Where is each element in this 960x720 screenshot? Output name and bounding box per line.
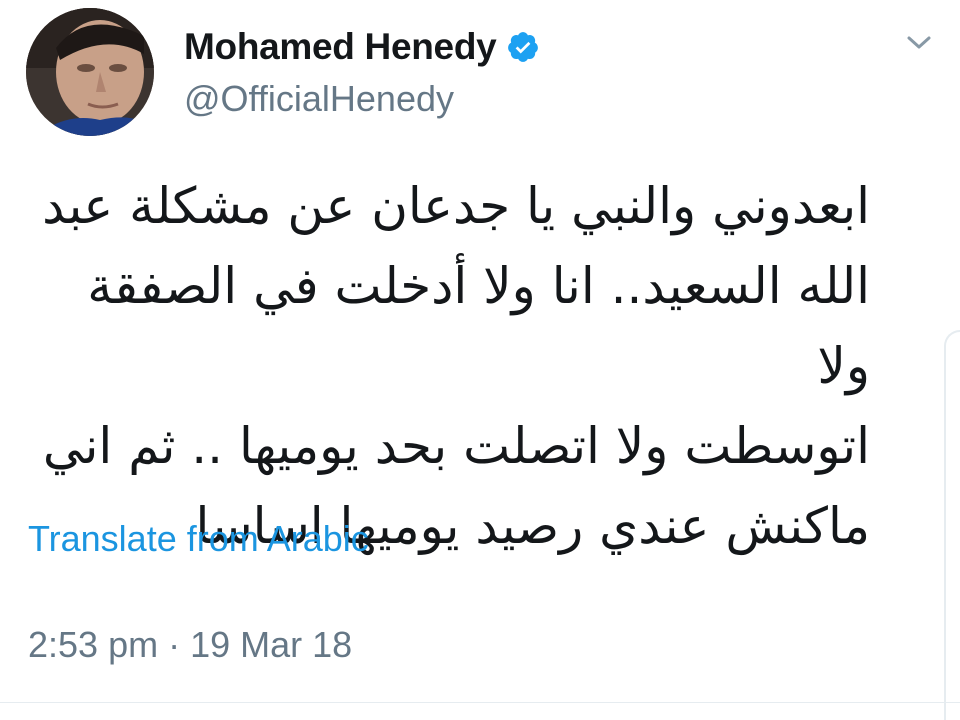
avatar[interactable] <box>26 8 154 136</box>
profile-photo-icon <box>26 8 154 136</box>
display-name[interactable]: Mohamed Henedy <box>184 26 497 68</box>
divider <box>0 702 960 703</box>
tweet-text-line: اتوسطت ولا اتصلت بحد يوميها .. ثم اني <box>42 417 870 475</box>
adjacent-card-edge <box>944 330 960 720</box>
chevron-down-icon[interactable] <box>900 28 938 56</box>
tweet-text-line: ابعدوني والنبي يا جدعان عن مشكلة عبد <box>42 177 870 235</box>
tweet-card: Mohamed Henedy @OfficialHenedy ابعدوني و… <box>0 0 960 720</box>
verified-badge-icon <box>508 32 539 62</box>
tweet-text: ابعدوني والنبي يا جدعان عن مشكلة عبد الله… <box>24 166 870 566</box>
translate-link[interactable]: Translate from Arabic <box>28 518 369 560</box>
tweet-timestamp[interactable]: 2:53 pm · 19 Mar 18 <box>28 624 352 666</box>
author-name-row[interactable]: Mohamed Henedy <box>184 22 540 72</box>
author-handle[interactable]: @OfficialHenedy <box>184 78 454 120</box>
tweet-text-line: الله السعيد.. انا ولا أدخلت في الصفقة ول… <box>71 257 870 395</box>
